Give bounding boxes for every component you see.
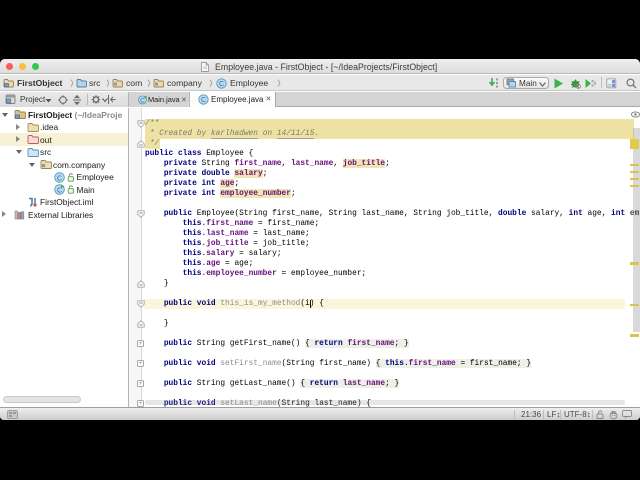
svg-text:C: C bbox=[219, 81, 224, 88]
svg-text:C: C bbox=[57, 175, 62, 182]
svg-text:C: C bbox=[201, 97, 206, 104]
svg-text:C: C bbox=[140, 97, 145, 104]
svg-text:C: C bbox=[57, 187, 62, 194]
